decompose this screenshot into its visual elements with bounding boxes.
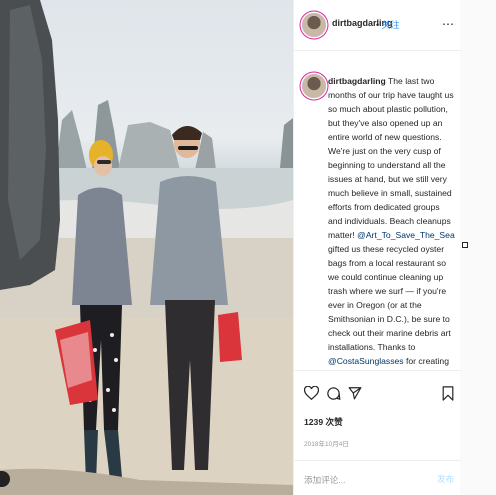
divider xyxy=(294,370,461,371)
caption-text-1: The last two months of our trip have tau… xyxy=(328,76,454,240)
comment-icon[interactable] xyxy=(324,384,342,402)
action-bar xyxy=(294,380,461,408)
follow-label: 关注 xyxy=(381,20,400,30)
mention-link-costa-sunglasses[interactable]: @CostaSunglasses xyxy=(328,356,404,366)
heart-icon[interactable] xyxy=(302,384,320,402)
comment-input[interactable] xyxy=(304,473,414,487)
divider xyxy=(294,50,461,51)
divider xyxy=(294,460,461,461)
bookmark-icon[interactable] xyxy=(439,384,457,402)
more-options-icon[interactable]: ⋯ xyxy=(442,17,455,31)
share-icon[interactable] xyxy=(346,384,364,402)
post-comment-button[interactable]: 发布 xyxy=(437,473,454,485)
beach-scene-image xyxy=(0,0,293,495)
separator-dot: • xyxy=(376,20,380,30)
caption-username-link[interactable]: dirtbagdarling xyxy=(328,76,386,86)
follow-button[interactable]: • 关注 xyxy=(376,18,400,31)
comment-box: 发布 xyxy=(294,465,461,495)
likes-count[interactable]: 1239 次赞 xyxy=(304,416,343,428)
avatar[interactable] xyxy=(302,13,326,37)
caption-area: dirtbagdarling The last two months of ou… xyxy=(294,63,461,368)
mention-link-art-to-save-the-sea[interactable]: @Art_To_Save_The_Sea xyxy=(357,230,455,240)
post-sidebar: dirtbagdarling • 关注 ⋯ dirtbagdarling The… xyxy=(293,0,461,495)
checkbox-square[interactable] xyxy=(462,242,468,248)
post-header: dirtbagdarling • 关注 ⋯ xyxy=(294,0,461,50)
post-caption: dirtbagdarling The last two months of ou… xyxy=(328,74,456,368)
caption-avatar[interactable] xyxy=(302,74,326,98)
caption-text-2: gifted us these recycled oyster bags fro… xyxy=(328,244,451,352)
post-photo[interactable] xyxy=(0,0,293,495)
post-date: 2018年10月4日 xyxy=(304,441,349,448)
